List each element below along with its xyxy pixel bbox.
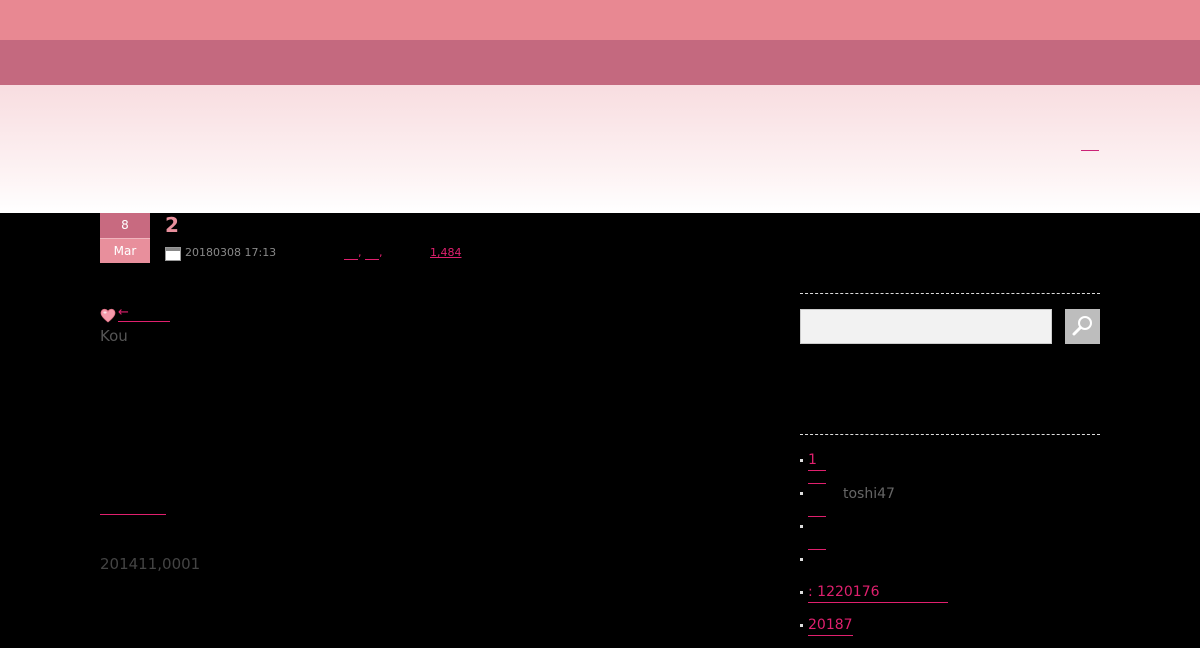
tag-link[interactable]	[344, 247, 358, 260]
post-body-text: 201411,0001	[100, 555, 201, 573]
calendar-icon	[165, 247, 181, 261]
post-views-link[interactable]: 1,484	[430, 246, 462, 260]
sidebar-link[interactable]	[808, 549, 826, 550]
list-item: : 1220176	[800, 582, 1100, 615]
sidebar-divider	[800, 434, 1100, 435]
post-datetime: 20180308 17:13	[185, 246, 277, 259]
tag-separator: ,	[379, 246, 383, 259]
content-link[interactable]	[100, 500, 166, 515]
sidebar-list: 1 toshi47 : 1220176 20187	[800, 450, 1100, 648]
tag-separator: ,	[358, 246, 362, 259]
post-date-day: 8	[100, 213, 150, 238]
list-item: toshi47	[800, 483, 1100, 516]
search-button[interactable]	[1065, 309, 1100, 344]
heart-icon	[100, 308, 116, 323]
sidebar-divider	[800, 293, 1100, 294]
post-title[interactable]: 2	[165, 213, 179, 237]
sidebar-link[interactable]: 20187	[808, 615, 853, 636]
site-header	[0, 85, 1200, 213]
header-link[interactable]	[1081, 138, 1099, 151]
sidebar-link[interactable]: : 1220176	[808, 582, 948, 603]
search-icon	[1072, 316, 1092, 336]
search-input[interactable]	[800, 309, 1052, 344]
sidebar-link[interactable]: 1	[808, 450, 826, 471]
nav-bar	[0, 40, 1200, 85]
tag-link[interactable]	[365, 247, 379, 260]
post-date-month: Mar	[100, 238, 150, 263]
post-date-badge: 8 Mar	[100, 213, 150, 263]
top-bar	[0, 0, 1200, 40]
post-tags: , ,	[344, 246, 383, 260]
back-link[interactable]: ←	[118, 305, 170, 322]
sidebar-link[interactable]	[808, 516, 826, 517]
list-item	[800, 549, 1100, 582]
list-item: 1	[800, 450, 1100, 483]
list-item: 20187	[800, 615, 1100, 648]
post-author: Kou	[100, 327, 128, 345]
sidebar-link[interactable]	[808, 483, 826, 484]
sidebar-item-author: toshi47	[843, 486, 895, 502]
list-item	[800, 516, 1100, 549]
